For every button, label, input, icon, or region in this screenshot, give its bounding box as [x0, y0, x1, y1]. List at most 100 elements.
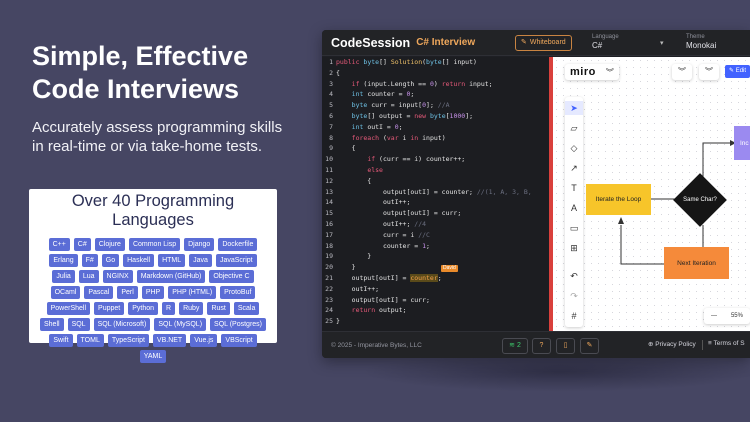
line-number: 24 — [325, 306, 333, 315]
language-chip: R — [162, 302, 176, 315]
code-line: 5 byte curr = input[0]; //A — [322, 100, 549, 111]
language-chip: Swift — [49, 334, 73, 347]
line-number: 10 — [325, 155, 333, 164]
language-chip: JavaScript — [215, 254, 257, 267]
whiteboard-button[interactable]: ✎ Whiteboard — [515, 35, 572, 51]
language-label: Language — [592, 34, 619, 40]
terms-link[interactable]: ≡ Terms of S — [708, 340, 745, 347]
sticky-note-icon[interactable]: ▱ — [565, 121, 583, 135]
flow-node-same-char: Same Char? — [683, 197, 717, 203]
language-chip: PHP — [141, 286, 165, 299]
line-number: 6 — [329, 111, 333, 120]
code-text: int outI = 0; — [351, 122, 403, 131]
code-text: { — [336, 176, 372, 185]
code-text: outI++; //4 — [336, 219, 427, 228]
clipboard-button[interactable]: ▯ — [556, 338, 575, 354]
text-icon[interactable]: T — [565, 181, 583, 195]
language-chip: Dockerfile — [218, 238, 258, 251]
line-number: 22 — [325, 284, 333, 293]
line-number: 16 — [325, 219, 333, 228]
language-chip: Objective C — [209, 270, 254, 283]
code-line: 4 int counter = 0; — [322, 89, 549, 100]
code-text: { — [336, 144, 356, 153]
language-chip: Rust — [207, 302, 230, 315]
languages-card-title: Over 40 Programming Languages — [71, 192, 235, 229]
code-text: if (curr == i) counter++; — [367, 155, 466, 164]
comment-icon[interactable]: ▭ — [565, 221, 583, 235]
language-select[interactable]: Language C# — [592, 34, 619, 50]
theme-value: Monokai — [686, 41, 717, 50]
promo-subtitle: Accurately assess programming skills in … — [32, 119, 283, 155]
whiteboard-panel[interactable]: Iterate the Loop Same Char? Next Iterati… — [553, 57, 750, 331]
line-number: 7 — [329, 122, 333, 131]
redo-icon[interactable]: ↷ — [565, 289, 583, 303]
pen-icon[interactable]: A — [565, 201, 583, 215]
languages-card: Over 40 Programming Languages C++ C# Cloju… — [29, 189, 277, 363]
code-text: return output; — [351, 306, 407, 315]
zoom-out-icon[interactable]: — — [711, 313, 717, 319]
zoom-level: 55% — [730, 313, 743, 319]
shapes-icon[interactable]: ◇ — [565, 141, 583, 155]
connector-icon[interactable]: ↗ — [565, 161, 583, 175]
language-chip: SQL (Postgres) — [210, 318, 267, 331]
flow-node-next-iteration[interactable]: Next Iteration — [664, 247, 729, 279]
line-number: 13 — [325, 187, 333, 196]
code-line: 13 output[outI] = counter; //(1, A, 3, B… — [322, 187, 549, 198]
add-icon[interactable]: ⊞ — [565, 241, 583, 255]
participants-button[interactable]: ≋ 2 — [502, 338, 528, 354]
language-chip: Ruby — [179, 302, 204, 315]
line-number: 19 — [325, 252, 333, 261]
language-chip: NGINX — [102, 270, 133, 283]
language-chip: YAML — [139, 350, 167, 363]
line-number: 8 — [329, 133, 333, 142]
flow-node-iterate[interactable]: Iterate the Loop — [586, 184, 651, 215]
whiteboard-toolbar: ➤ ▱ ◇ ↗ T A ▭ ⊞ ↶ ↷ # — [565, 97, 583, 327]
code-line: 2{ — [322, 68, 549, 79]
privacy-policy-link[interactable]: ⊕ Privacy Policy — [648, 340, 696, 348]
language-chip: Django — [184, 238, 215, 251]
chevron-double-down-icon[interactable]: ︾ — [672, 64, 692, 80]
theme-select[interactable]: Theme Monokai — [686, 34, 716, 50]
language-value: C# — [592, 41, 603, 50]
flow-node-increment[interactable]: Inc — [734, 126, 750, 160]
language-chip: Shell — [39, 318, 64, 331]
code-text: output[outI] = counter; — [336, 273, 442, 282]
line-number: 12 — [325, 176, 333, 185]
code-line: 14 outI++; — [322, 197, 549, 208]
language-chip: Perl — [117, 286, 138, 299]
chevron-down-icon[interactable]: ▾ — [660, 39, 664, 47]
help-button[interactable]: ? — [532, 338, 551, 354]
line-number: 9 — [329, 144, 333, 153]
chevron-double-down-icon[interactable]: ︾ — [606, 67, 614, 78]
session-name: C# Interview — [416, 37, 476, 48]
app-footer: © 2025 - Imperative Bytes, LLC ≋ 2 ? ▯ ✎… — [322, 331, 750, 358]
language-chip: Haskell — [123, 254, 155, 267]
code-line: 1 public byte[] Solution(byte[] input) — [322, 57, 549, 68]
undo-icon[interactable]: ↶ — [565, 269, 583, 283]
code-text: output[outI] = curr; — [336, 295, 430, 304]
code-editor[interactable]: 1 public byte[] Solution(byte[] input) 2{3… — [322, 57, 549, 331]
language-chip: SQL (MySQL) — [154, 318, 207, 331]
code-line: 19 } — [322, 251, 549, 262]
code-text: } — [336, 263, 356, 272]
cursor-icon[interactable]: ➤ — [565, 101, 583, 115]
notes-button[interactable]: ✎ — [580, 338, 599, 354]
language-chip: Markdown (GitHub) — [136, 270, 206, 283]
edit-note-icon: ✎ — [586, 342, 593, 349]
theme-label: Theme — [686, 34, 705, 40]
language-chip: VBScript — [221, 334, 257, 347]
code-line: 21 output[outI] = counter; — [322, 273, 549, 284]
language-chip: SQL — [67, 318, 90, 331]
edit-button[interactable]: ✎ Edit — [725, 65, 750, 78]
code-line: 3 if (input.Length == 0) return input; — [322, 79, 549, 90]
chevron-double-down-icon[interactable]: ︾ — [699, 64, 719, 80]
participants-count: 2 — [516, 342, 521, 349]
miro-logo: miro — [570, 66, 596, 78]
frame-icon[interactable]: # — [565, 309, 583, 323]
language-chip: VB.NET — [152, 334, 187, 347]
code-line: 11 else — [322, 165, 549, 176]
footer-separator — [702, 340, 703, 350]
codesession-window: CodeSession C# Interview ✎ Whiteboard La… — [322, 30, 750, 358]
code-text: else — [367, 165, 383, 174]
line-number: 5 — [329, 101, 333, 110]
